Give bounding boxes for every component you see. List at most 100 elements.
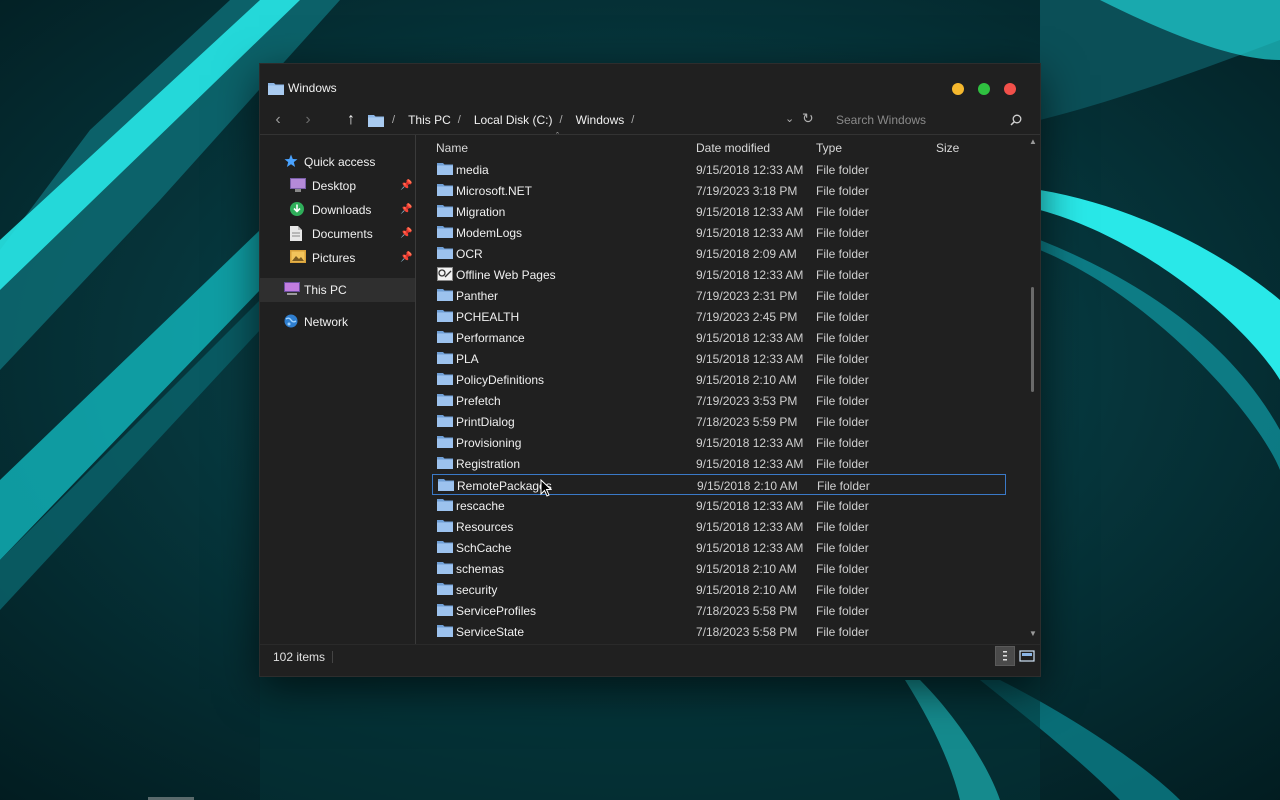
- maximize-button[interactable]: [978, 83, 990, 95]
- forward-arrow-icon[interactable]: ›: [300, 111, 316, 129]
- file-name[interactable]: Prefetch: [456, 394, 501, 408]
- folder-icon: [268, 82, 284, 98]
- title-bar[interactable]: Windows: [260, 64, 1040, 106]
- details-view-icon[interactable]: [995, 646, 1015, 666]
- table-row[interactable]: Migration 9/15/2018 12:33 AM File folder: [432, 201, 1006, 222]
- column-date-modified[interactable]: Date modified: [696, 141, 770, 155]
- table-row[interactable]: schemas 9/15/2018 2:10 AM File folder: [432, 558, 1006, 579]
- column-size[interactable]: Size: [936, 141, 959, 155]
- sidebar-item-downloads[interactable]: Downloads 📌: [260, 198, 415, 222]
- table-row[interactable]: Performance 9/15/2018 12:33 AM File folder: [432, 327, 1006, 348]
- file-name[interactable]: PolicyDefinitions: [456, 373, 544, 387]
- tiles-view-icon[interactable]: [1019, 648, 1035, 664]
- file-name[interactable]: RemotePackages: [457, 479, 552, 493]
- table-row[interactable]: ServiceProfiles 7/18/2023 5:58 PM File fol…: [432, 600, 1006, 621]
- table-row[interactable]: security 9/15/2018 2:10 AM File folder: [432, 579, 1006, 600]
- breadcrumb-local-disk[interactable]: Local Disk (C:): [461, 113, 560, 127]
- up-arrow-icon[interactable]: ↑: [343, 111, 359, 129]
- search-input[interactable]: [826, 107, 1032, 133]
- desktop-icon: [290, 178, 306, 194]
- column-name[interactable]: Name: [436, 141, 468, 155]
- close-button[interactable]: [1004, 83, 1016, 95]
- table-row[interactable]: Resources 9/15/2018 12:33 AM File folder: [432, 516, 1006, 537]
- table-row[interactable]: PCHEALTH 7/19/2023 2:45 PM File folder: [432, 306, 1006, 327]
- table-row[interactable]: Offline Web Pages 9/15/2018 12:33 AM File …: [432, 264, 1006, 285]
- sidebar-item-quick-access[interactable]: Quick access: [260, 150, 415, 174]
- file-name[interactable]: ModemLogs: [456, 226, 522, 240]
- refresh-icon[interactable]: ↻: [802, 110, 814, 127]
- sidebar-item-this-pc[interactable]: This PC: [260, 278, 415, 302]
- table-row[interactable]: Provisioning 9/15/2018 12:33 AM File folde…: [432, 432, 1006, 453]
- sidebar-item-label: This PC: [304, 283, 347, 297]
- file-name[interactable]: rescache: [456, 499, 505, 513]
- sidebar-item-documents[interactable]: Documents 📌: [260, 222, 415, 246]
- file-name[interactable]: Registration: [456, 457, 520, 471]
- folder-icon: [437, 204, 453, 220]
- back-arrow-icon[interactable]: ‹: [270, 111, 286, 129]
- sidebar-item-pictures[interactable]: Pictures 📌: [260, 246, 415, 270]
- file-name[interactable]: SchCache: [456, 541, 511, 555]
- table-row[interactable]: PrintDialog 7/18/2023 5:59 PM File folder: [432, 411, 1006, 432]
- sidebar-item-desktop[interactable]: Desktop 📌: [260, 174, 415, 198]
- file-type: File folder: [816, 562, 869, 576]
- date-modified: 7/18/2023 5:58 PM: [696, 604, 798, 618]
- scrollbar-thumb[interactable]: [1031, 287, 1034, 392]
- table-row[interactable]: Prefetch 7/19/2023 3:53 PM File folder: [432, 390, 1006, 411]
- table-row[interactable]: SchCache 9/15/2018 12:33 AM File folder: [432, 537, 1006, 558]
- pin-icon[interactable]: 📌: [400, 180, 412, 191]
- scroll-up-icon[interactable]: ▲: [1029, 137, 1037, 146]
- file-name[interactable]: Offline Web Pages: [456, 268, 556, 282]
- folder-icon: [437, 330, 453, 346]
- breadcrumb: / This PC / Local Disk (C:) / Windows /: [392, 113, 634, 127]
- pin-icon[interactable]: 📌: [400, 228, 412, 239]
- table-row[interactable]: PolicyDefinitions 9/15/2018 2:10 AM File f…: [432, 369, 1006, 390]
- table-row[interactable]: ServiceState 7/18/2023 5:58 PM File folder: [432, 621, 1006, 642]
- file-name[interactable]: Microsoft.NET: [456, 184, 532, 198]
- chevron-down-icon[interactable]: ⌄: [785, 112, 794, 125]
- table-row[interactable]: Microsoft.NET 7/19/2023 3:18 PM File folde…: [432, 180, 1006, 201]
- file-name[interactable]: PrintDialog: [456, 415, 515, 429]
- table-row[interactable]: OCR 9/15/2018 2:09 AM File folder: [432, 243, 1006, 264]
- file-name[interactable]: Panther: [456, 289, 498, 303]
- file-name[interactable]: ServiceState: [456, 625, 524, 639]
- file-name[interactable]: Resources: [456, 520, 513, 534]
- pin-icon[interactable]: 📌: [400, 204, 412, 215]
- file-name[interactable]: Migration: [456, 205, 505, 219]
- pin-icon[interactable]: 📌: [400, 252, 412, 263]
- file-name[interactable]: PLA: [456, 352, 479, 366]
- file-name[interactable]: Performance: [456, 331, 525, 345]
- file-type: File folder: [816, 541, 869, 555]
- folder-icon: [437, 603, 453, 619]
- table-row[interactable]: PLA 9/15/2018 12:33 AM File folder: [432, 348, 1006, 369]
- column-type[interactable]: Type: [816, 141, 842, 155]
- table-row[interactable]: Registration 9/15/2018 12:33 AM File folde…: [432, 453, 1006, 474]
- file-name[interactable]: ServiceProfiles: [456, 604, 536, 618]
- breadcrumb-this-pc[interactable]: This PC: [395, 113, 458, 127]
- navigation-pane: Quick access Desktop 📌 Downloads 📌 Docum…: [260, 150, 415, 644]
- minimize-button[interactable]: [952, 83, 964, 95]
- file-name[interactable]: PCHEALTH: [456, 310, 519, 324]
- scroll-down-icon[interactable]: ▼: [1029, 629, 1037, 638]
- file-type: File folder: [816, 583, 869, 597]
- file-name[interactable]: OCR: [456, 247, 483, 261]
- search-icon[interactable]: [1010, 114, 1022, 129]
- vertical-scrollbar[interactable]: ▲ ▼: [1026, 135, 1040, 644]
- item-count: 102 items: [273, 650, 326, 664]
- table-row[interactable]: RemotePackages 9/15/2018 2:10 AM File fold…: [432, 474, 1006, 495]
- breadcrumb-windows[interactable]: Windows: [563, 113, 632, 127]
- file-name[interactable]: Provisioning: [456, 436, 521, 450]
- divider: [332, 651, 333, 663]
- folder-icon: [437, 393, 453, 409]
- status-bar: 102 items: [260, 644, 1040, 668]
- file-type: File folder: [816, 163, 869, 177]
- file-name[interactable]: media: [456, 163, 489, 177]
- file-type: File folder: [816, 436, 869, 450]
- file-name[interactable]: security: [456, 583, 497, 597]
- table-row[interactable]: Panther 7/19/2023 2:31 PM File folder: [432, 285, 1006, 306]
- folder-icon: [437, 540, 453, 556]
- file-name[interactable]: schemas: [456, 562, 504, 576]
- table-row[interactable]: ModemLogs 9/15/2018 12:33 AM File folder: [432, 222, 1006, 243]
- table-row[interactable]: media 9/15/2018 12:33 AM File folder: [432, 159, 1006, 180]
- sidebar-item-network[interactable]: Network: [260, 310, 415, 334]
- table-row[interactable]: rescache 9/15/2018 12:33 AM File folder: [432, 495, 1006, 516]
